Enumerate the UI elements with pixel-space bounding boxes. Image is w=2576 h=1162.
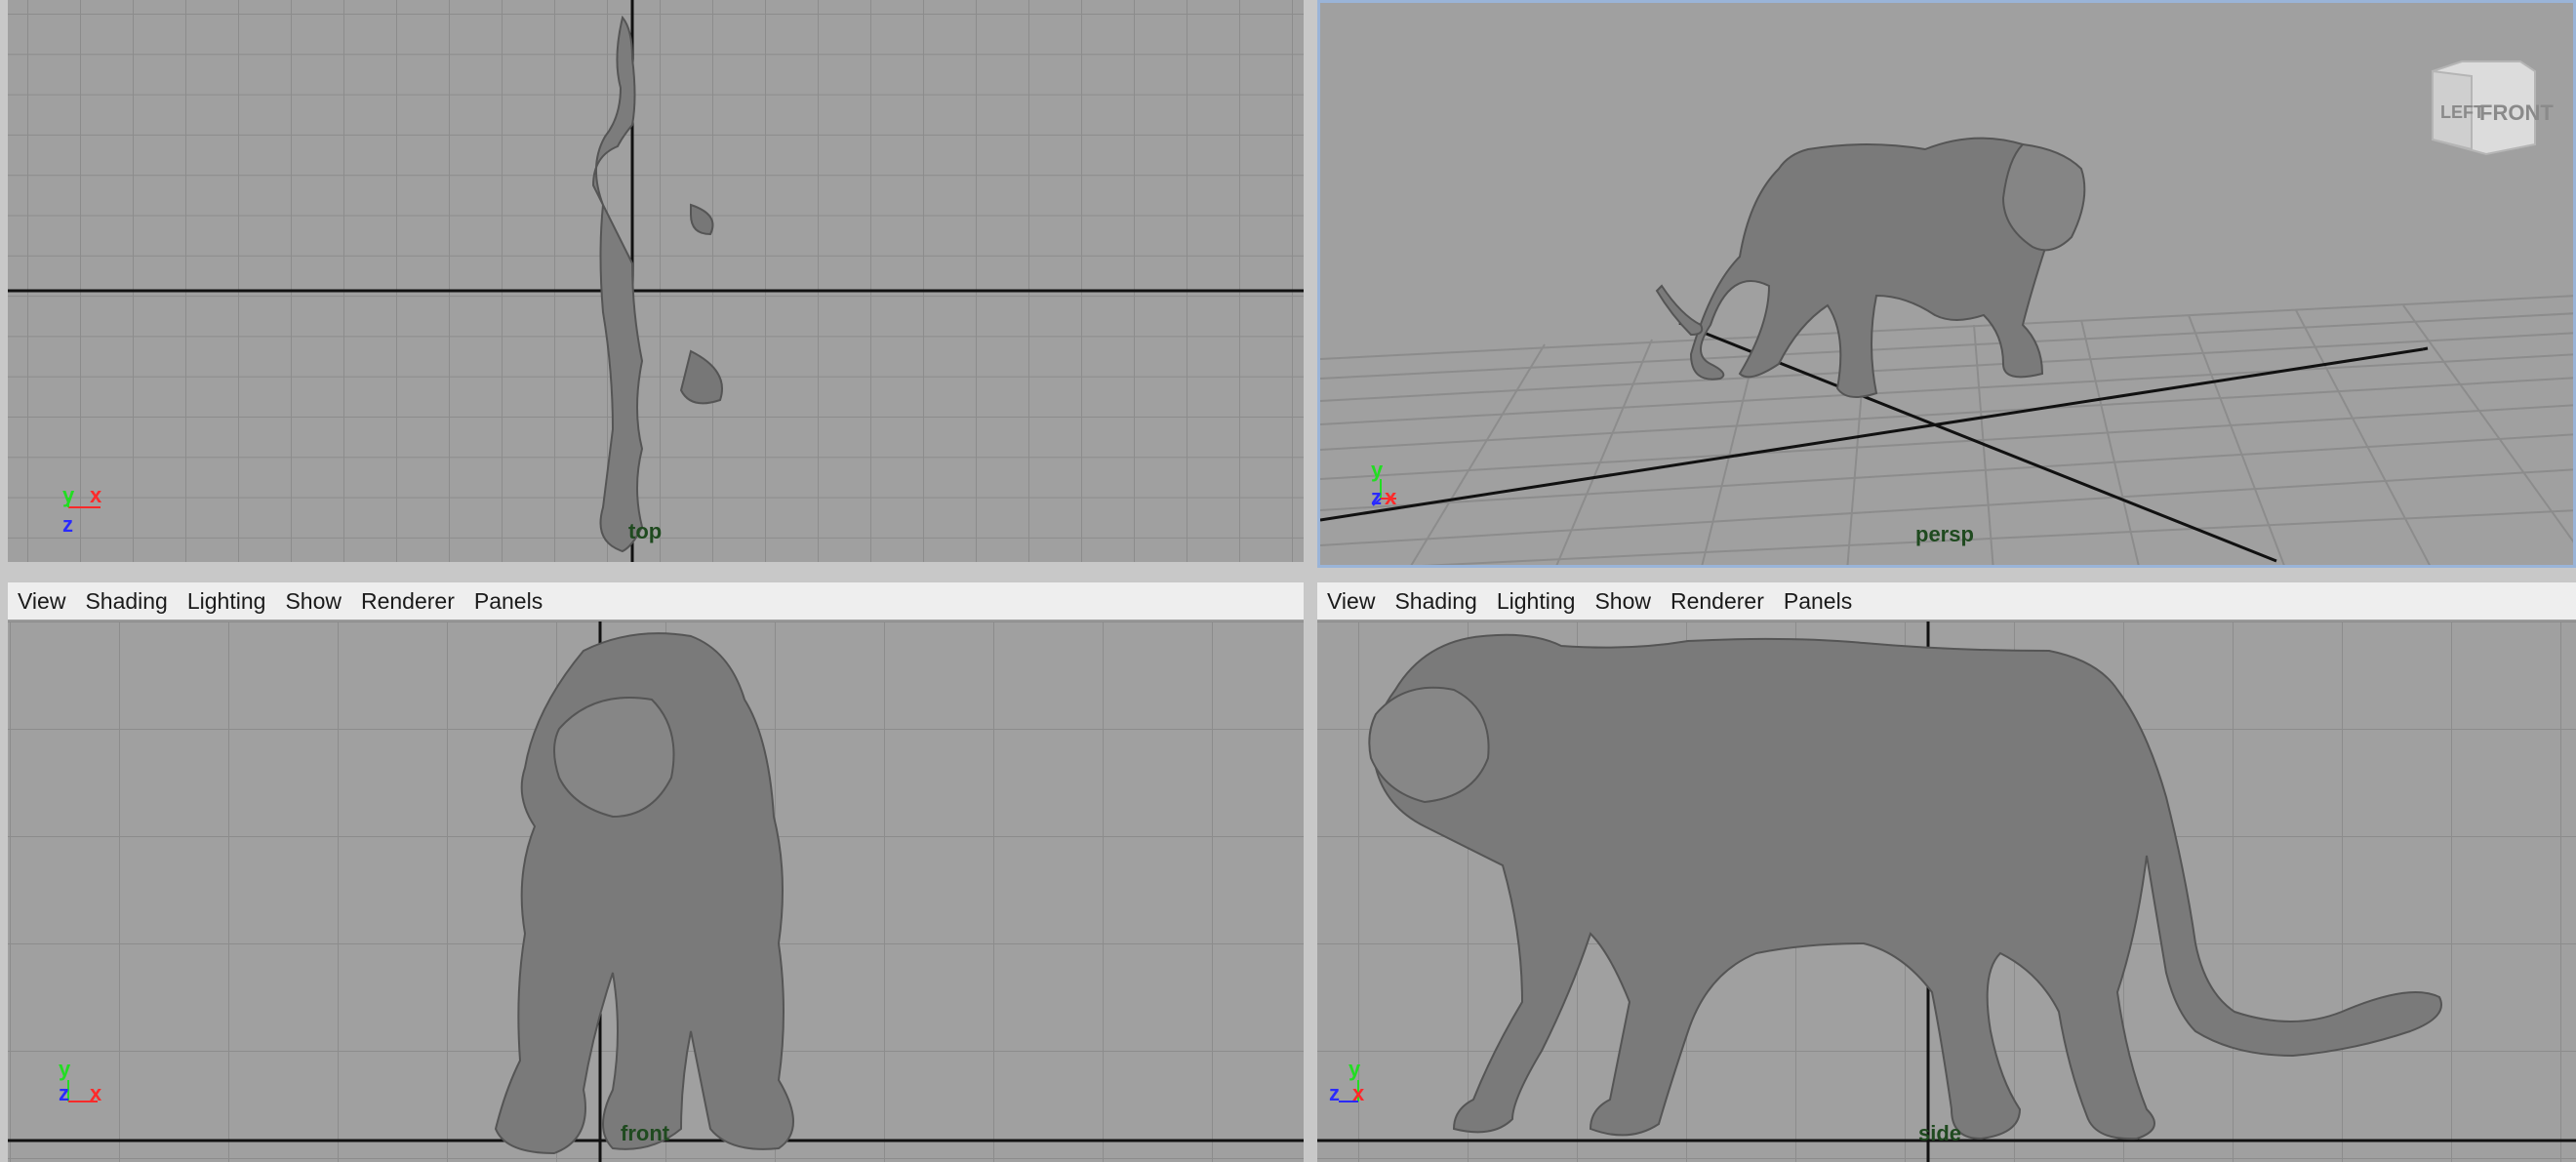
axis-label-z: z [1329, 1081, 1340, 1105]
axis-label-x: x [90, 1081, 102, 1105]
axis-label-x: x [1385, 485, 1397, 509]
viewport-persp-canvas: LEFT FRONT y x z [1320, 60, 2573, 565]
viewport-top-canvas: y x z [8, 0, 1304, 562]
menu-show[interactable]: Show [1594, 588, 1651, 615]
axis-label-x: x [90, 483, 102, 507]
menu-renderer[interactable]: Renderer [361, 588, 455, 615]
axis-label-y: y [59, 1057, 71, 1081]
axis-label-z: z [59, 1081, 69, 1105]
viewport-side[interactable]: y z x side [1317, 621, 2576, 1162]
viewport-panel-side[interactable]: View Shading Lighting Show Renderer Pane… [1317, 582, 2576, 1162]
menu-lighting[interactable]: Lighting [1497, 588, 1576, 615]
menu-renderer[interactable]: Renderer [1670, 588, 1764, 615]
view-cube-front-label: FRONT [2479, 100, 2554, 125]
axis-label-x: x [1352, 1081, 1365, 1105]
viewport-front-canvas: y z x [8, 621, 1304, 1162]
menu-view[interactable]: View [18, 588, 65, 615]
panel-menubar-front: View Shading Lighting Show Renderer Pane… [8, 582, 1304, 621]
menu-panels[interactable]: Panels [474, 588, 543, 615]
axis-label-z: z [62, 512, 73, 537]
axis-label-y: y [62, 483, 75, 507]
camera-label-side: side [1918, 1121, 1962, 1145]
menu-shading[interactable]: Shading [1394, 588, 1476, 615]
axis-label-y: y [1348, 1057, 1361, 1081]
viewport-persp[interactable]: LEFT FRONT y x z persp [1320, 3, 2573, 565]
viewport-panel-persp[interactable]: LEFT FRONT y x z persp [1317, 0, 2576, 568]
menu-view[interactable]: View [1327, 588, 1375, 615]
camera-label-top: top [628, 519, 663, 543]
viewport-panel-top[interactable]: y x z top [8, 0, 1304, 562]
camera-label-front: front [621, 1121, 670, 1145]
menu-panels[interactable]: Panels [1784, 588, 1852, 615]
menu-lighting[interactable]: Lighting [187, 588, 266, 615]
axis-label-z: z [1371, 485, 1382, 509]
axis-label-y: y [1371, 458, 1384, 482]
viewport-top[interactable]: y x z top [8, 0, 1304, 562]
menu-shading[interactable]: Shading [85, 588, 167, 615]
viewport-side-canvas: y z x [1317, 621, 2576, 1162]
panel-menubar-side: View Shading Lighting Show Renderer Pane… [1317, 582, 2576, 621]
view-cube-left-label: LEFT [2440, 102, 2484, 122]
viewport-front[interactable]: y z x front [8, 621, 1304, 1162]
menu-show[interactable]: Show [285, 588, 342, 615]
camera-label-persp: persp [1915, 522, 1974, 546]
viewport-panel-front[interactable]: View Shading Lighting Show Renderer Pane… [8, 582, 1304, 1162]
